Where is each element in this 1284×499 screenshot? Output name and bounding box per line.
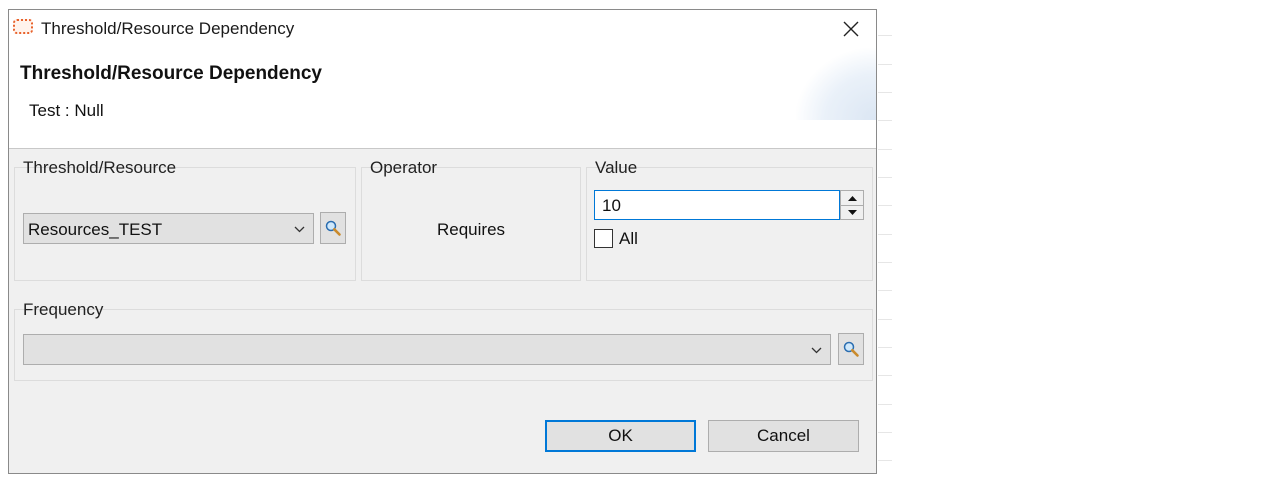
all-checkbox[interactable] <box>594 229 613 248</box>
ok-button[interactable]: OK <box>545 420 696 452</box>
value-spinner <box>840 190 864 220</box>
threshold-resource-combo[interactable]: Resources_TEST <box>23 213 314 244</box>
operator-value: Requires <box>437 220 506 239</box>
triangle-up-icon <box>847 195 857 201</box>
chevron-down-icon <box>811 347 822 354</box>
threshold-resource-label: Threshold/Resource <box>23 158 177 177</box>
value-input-text: 10 <box>602 196 621 215</box>
banner-decoration <box>796 48 876 120</box>
threshold-resource-lookup-button[interactable] <box>320 212 346 244</box>
close-icon <box>843 21 859 37</box>
window-title: Threshold/Resource Dependency <box>41 19 295 38</box>
cancel-button[interactable]: Cancel <box>708 420 859 452</box>
value-label: Value <box>595 158 638 177</box>
threshold-resource-value: Resources_TEST <box>28 220 163 239</box>
banner-subtitle: Test : Null <box>29 101 104 120</box>
title-bar[interactable]: Threshold/Resource Dependency <box>9 10 876 48</box>
frequency-combo[interactable] <box>23 334 831 365</box>
chevron-down-icon <box>294 226 305 233</box>
magnifier-icon <box>843 341 859 357</box>
all-checkbox-label[interactable]: All <box>619 229 638 249</box>
magnifier-icon <box>325 220 341 236</box>
value-input[interactable]: 10 <box>594 190 840 220</box>
frequency-lookup-button[interactable] <box>838 333 864 365</box>
dependency-dialog: Threshold/Resource Dependency Threshold/… <box>8 9 877 474</box>
frequency-label: Frequency <box>23 300 104 319</box>
background-grid-lines <box>878 0 892 499</box>
app-window-icon <box>13 19 33 34</box>
header-banner: Threshold/Resource Dependency Test : Nul… <box>9 48 876 149</box>
banner-heading: Threshold/Resource Dependency <box>20 63 322 84</box>
spin-up-button[interactable] <box>841 191 863 206</box>
close-button[interactable] <box>826 10 876 48</box>
spin-down-button[interactable] <box>841 205 863 219</box>
value-group <box>586 167 873 281</box>
operator-label: Operator <box>370 158 438 177</box>
triangle-down-icon <box>847 209 857 215</box>
